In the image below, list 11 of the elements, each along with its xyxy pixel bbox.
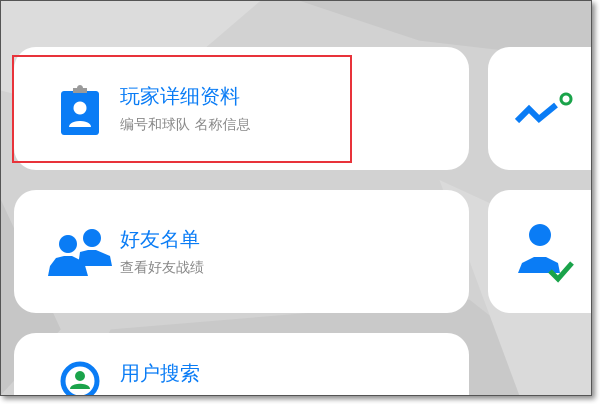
- menu-subtitle: 编号和球队 名称信息: [120, 116, 250, 134]
- menu-card[interactable]: 用户搜索: [14, 333, 469, 395]
- menu-title: 好友名单: [120, 226, 201, 250]
- clipboard-user-icon: [61, 82, 99, 134]
- menu-card[interactable]: 玩家详细资料 编号和球队 名称信息: [14, 47, 469, 170]
- side-tile[interactable]: [488, 190, 591, 313]
- menu-title: 玩家详细资料: [120, 84, 241, 108]
- menu-subtitle: 查看好友战绩: [120, 258, 204, 276]
- side-tile[interactable]: [488, 47, 591, 170]
- menu-card[interactable]: 好友名单 查看好友战绩: [14, 190, 469, 313]
- menu-title: 用户搜索: [120, 361, 200, 385]
